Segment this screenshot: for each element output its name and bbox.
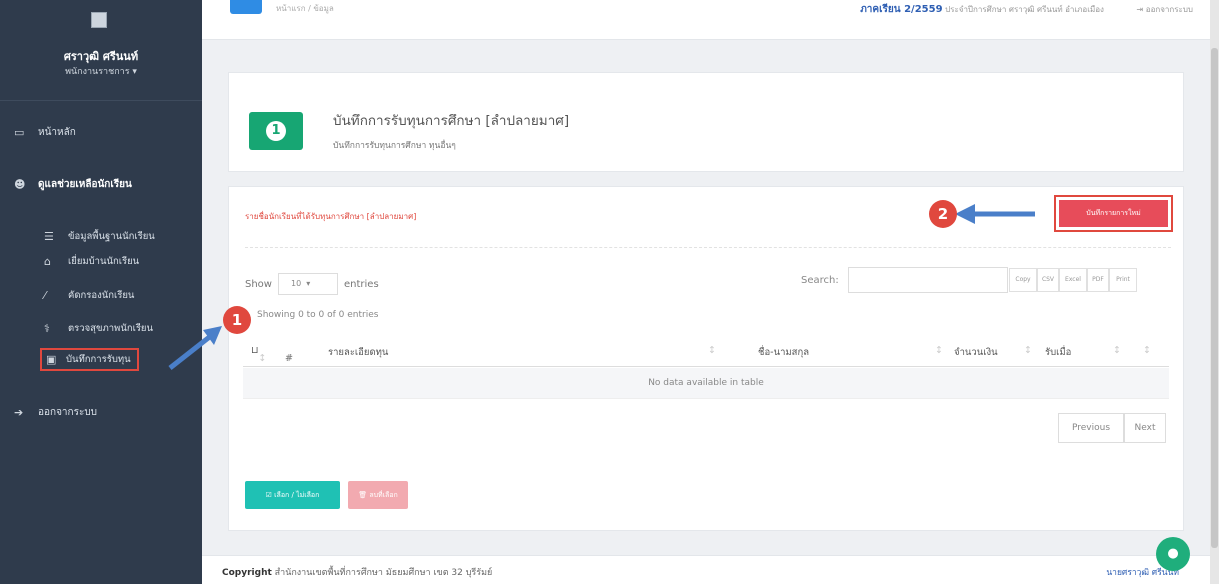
copyright: Copyright สำนักงานเขตพื้นที่การศึกษา มัธ… bbox=[222, 565, 492, 579]
annotation-layer bbox=[168, 204, 1035, 370]
chat-icon[interactable]: ● bbox=[1156, 537, 1190, 571]
copyright-label: Copyright bbox=[222, 568, 272, 578]
arrow-1-shaft bbox=[168, 333, 214, 370]
annotation-marker-2: 2 bbox=[929, 200, 957, 228]
copyright-text: สำนักงานเขตพื้นที่การศึกษา มัธยมศึกษา เข… bbox=[271, 568, 493, 578]
footer: Copyright สำนักงานเขตพื้นที่การศึกษา มัธ… bbox=[202, 555, 1219, 584]
arrow-2-head bbox=[955, 204, 975, 224]
scrollbar-thumb[interactable] bbox=[1211, 48, 1218, 548]
annotation-marker-1: 1 bbox=[223, 306, 251, 334]
scrollbar[interactable] bbox=[1210, 0, 1219, 584]
